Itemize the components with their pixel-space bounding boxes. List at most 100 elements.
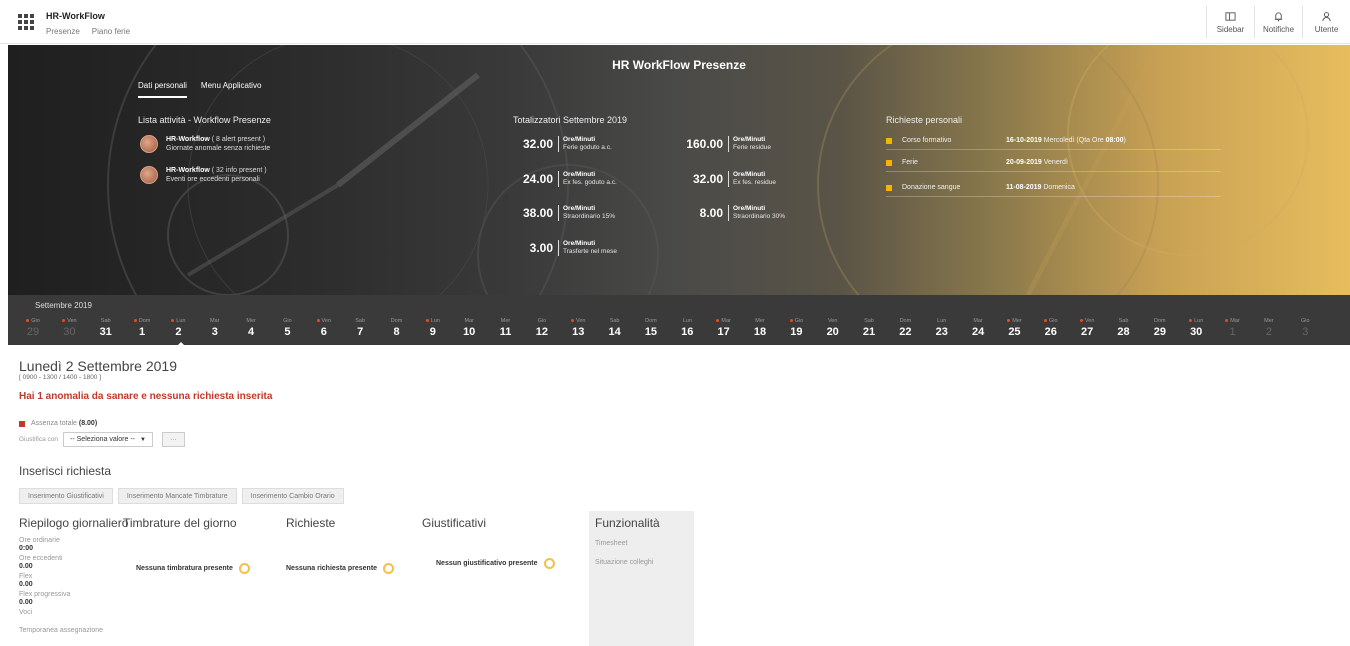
- summary-title: Riepilogo giornaliero: [19, 516, 129, 530]
- insert-missed-punches-button[interactable]: Inserimento Mancate Timbrature: [117, 488, 237, 504]
- calendar-day[interactable]: Lun 16: [674, 318, 700, 338]
- calendar-day[interactable]: Dom 8: [384, 318, 410, 338]
- total-item: 8.00 Ore/Minuti Straordinario 30%: [668, 205, 785, 221]
- request-item[interactable]: Donazione sangue 11-08-2019 Domenica: [886, 183, 1221, 197]
- calendar-day[interactable]: Mar 10: [456, 318, 482, 338]
- calendar-day[interactable]: Lun 30: [1183, 318, 1209, 338]
- apps-grid-icon[interactable]: [18, 14, 34, 30]
- more-button[interactable]: ···: [161, 432, 185, 447]
- calendar-day[interactable]: Gio 26: [1038, 318, 1064, 338]
- calendar-day[interactable]: Dom 1: [129, 318, 155, 338]
- calendar-day[interactable]: Sab 21: [856, 318, 882, 338]
- calendar-day[interactable]: Lun 23: [929, 318, 955, 338]
- calendar-day-dow: Gio: [20, 318, 46, 326]
- request-date: 16-10-2019: [1006, 137, 1042, 144]
- select-value: -- Seleziona valore --: [70, 436, 135, 443]
- calendar-day[interactable]: Mer 11: [493, 318, 519, 338]
- activity-app: HR-Workflow: [166, 167, 210, 174]
- total-unit: Ore/Minuti: [733, 171, 766, 178]
- calendar-day[interactable]: Lun 9: [420, 318, 446, 338]
- calendar-day-dow: Gio: [274, 318, 300, 326]
- insert-justifications-button[interactable]: Inserimento Giustificativi: [19, 488, 113, 504]
- notifications-button[interactable]: Notifiche: [1254, 6, 1302, 38]
- calendar-day[interactable]: Mar 3: [202, 318, 228, 338]
- calendar-day[interactable]: Gio 12: [529, 318, 555, 338]
- calendar-day[interactable]: Gio 29: [20, 318, 46, 338]
- calendar-day-number: 14: [608, 326, 621, 338]
- calendar-day[interactable]: Ven 13: [565, 318, 591, 338]
- calendar-day[interactable]: Dom 15: [638, 318, 664, 338]
- nav-presenze[interactable]: Presenze: [46, 27, 80, 36]
- calendar-day[interactable]: Lun 2: [165, 318, 191, 338]
- calendar-day-dow-text: Lun: [176, 318, 186, 324]
- tab-dati-personali[interactable]: Dati personali: [138, 81, 187, 98]
- calendar-day[interactable]: Gio 3: [1292, 318, 1318, 338]
- functions-panel: Funzionalità Timesheet Situazione colleg…: [589, 511, 694, 646]
- insert-schedule-change-button[interactable]: Inserimento Cambio Orario: [241, 488, 344, 504]
- summary-label: Ore eccedenti: [19, 555, 63, 562]
- total-item: 160.00 Ore/Minuti Ferie residue: [668, 136, 771, 152]
- calendar-day[interactable]: Dom 29: [1147, 318, 1173, 338]
- calendar-day[interactable]: Mar 1: [1220, 318, 1246, 338]
- anomaly-dot-icon: [316, 319, 320, 323]
- total-unit: Ore/Minuti: [733, 136, 766, 143]
- request-name: Ferie: [902, 159, 918, 166]
- requests-empty: Nessuna richiesta presente: [286, 563, 395, 574]
- request-date: 11-08-2019: [1006, 184, 1042, 191]
- calendar-day[interactable]: Ven 20: [820, 318, 846, 338]
- requests-empty-text: Nessuna richiesta presente: [286, 565, 378, 572]
- anomaly-dot-icon: [789, 319, 793, 323]
- calendar-day[interactable]: Mer 2: [1256, 318, 1282, 338]
- calendar-day[interactable]: Ven 27: [1074, 318, 1100, 338]
- calendar-day-dow-text: Ven: [827, 318, 838, 324]
- calendar-day-dow-text: Mar: [721, 318, 731, 324]
- calendar-day[interactable]: Dom 22: [892, 318, 918, 338]
- activity-item[interactable]: HR-Workflow ( 32 info present ) Eventi o…: [140, 166, 267, 184]
- calendar-day-dow: Dom: [129, 318, 155, 326]
- activity-note: ( 32 info present ): [211, 167, 267, 174]
- activity-desc: Eventi ore eccedenti personali: [166, 176, 260, 183]
- activity-item[interactable]: HR-Workflow ( 8 alert present ) Giornate…: [140, 135, 270, 153]
- calendar-day[interactable]: Gio 19: [783, 318, 809, 338]
- bell-icon: [1274, 11, 1283, 21]
- calendar-day-dow: Lun: [929, 318, 955, 326]
- total-label: Trasferte nel mese: [563, 248, 617, 255]
- calendar-day-number: 28: [1117, 326, 1130, 338]
- calendar-day[interactable]: Mar 17: [711, 318, 737, 338]
- calendar-day-dow-text: Gio: [31, 318, 40, 324]
- empty-ring-icon: [383, 563, 395, 574]
- total-item: 32.00 Ore/Minuti Ex fes. residue: [668, 171, 776, 187]
- request-item[interactable]: Corso formativo 16-10-2019 Mercoledì (Qt…: [886, 136, 1221, 150]
- sidebar-button[interactable]: Sidebar: [1206, 6, 1254, 38]
- justify-select[interactable]: -- Seleziona valore -- ▼: [63, 432, 153, 447]
- calendar-day[interactable]: Mer 18: [747, 318, 773, 338]
- total-value: 32.00: [692, 172, 723, 186]
- calendar-day-number: 2: [1265, 326, 1272, 338]
- activity-note: ( 8 alert present ): [211, 136, 266, 143]
- calendar-day[interactable]: Gio 5: [274, 318, 300, 338]
- request-item[interactable]: Ferie 20-09-2019 Venerdì: [886, 158, 1221, 172]
- calendar-day[interactable]: Sab 31: [93, 318, 119, 338]
- calendar-day-dow-text: Mer: [1264, 318, 1274, 324]
- user-button[interactable]: Utente: [1302, 6, 1350, 38]
- function-colleagues[interactable]: Situazione colleghi: [595, 559, 653, 566]
- calendar-day[interactable]: Sab 28: [1111, 318, 1137, 338]
- requests-title: Richieste personali: [886, 115, 963, 125]
- calendar-day[interactable]: Mar 24: [965, 318, 991, 338]
- calendar-day[interactable]: Sab 14: [602, 318, 628, 338]
- calendar-day-dow: Dom: [892, 318, 918, 326]
- calendar-day-number: 27: [1081, 326, 1094, 338]
- calendar-day[interactable]: Mer 25: [1001, 318, 1027, 338]
- calendar-day[interactable]: Sab 7: [347, 318, 373, 338]
- function-timesheet[interactable]: Timesheet: [595, 540, 627, 547]
- nav-piano-ferie[interactable]: Piano ferie: [92, 27, 130, 36]
- summary-list: Ore ordinarie 0:00 Ore eccedenti 0.00 Fl…: [19, 537, 103, 635]
- calendar-day-dow-text: Dom: [899, 318, 912, 324]
- calendar-day[interactable]: Ven 6: [311, 318, 337, 338]
- calendar-day[interactable]: Mer 4: [238, 318, 264, 338]
- tab-menu-applicativo[interactable]: Menu Applicativo: [201, 81, 261, 98]
- calendar-day-dow: Sab: [93, 318, 119, 326]
- absence-marker: [19, 420, 25, 427]
- calendar-day-dow-text: Gio: [537, 318, 547, 324]
- calendar-day[interactable]: Ven 30: [56, 318, 82, 338]
